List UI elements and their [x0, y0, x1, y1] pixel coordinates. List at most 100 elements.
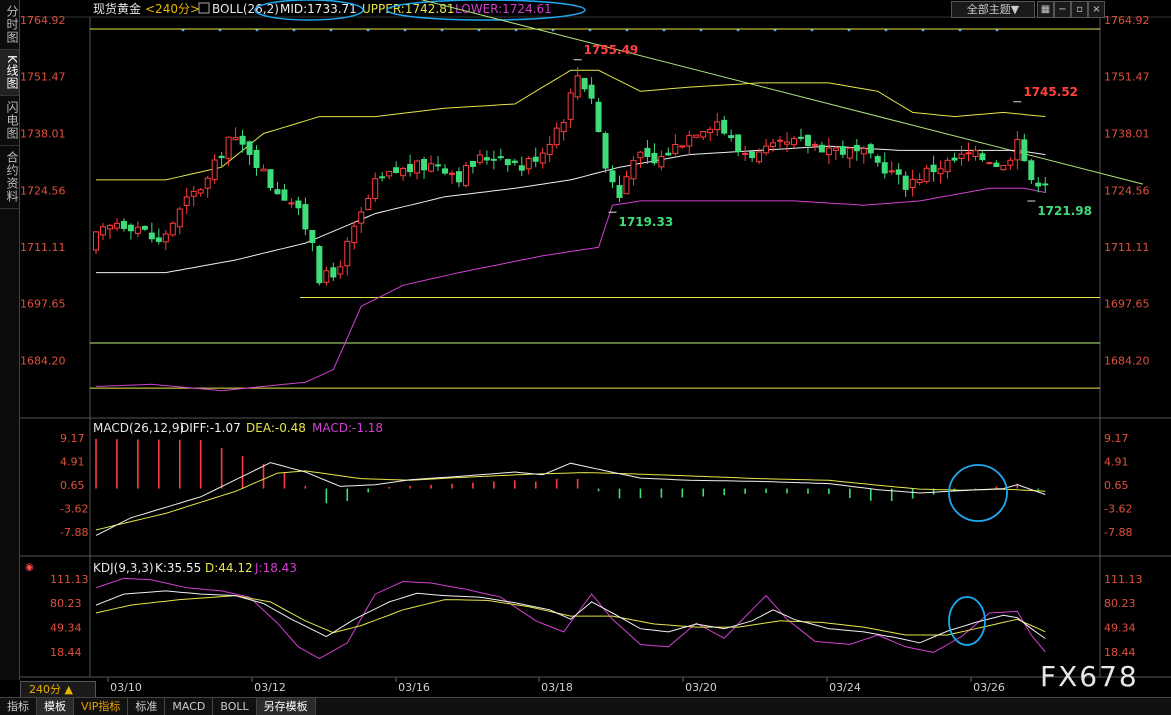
watermark-logo: FX678	[1040, 660, 1139, 693]
candle-body	[386, 170, 393, 177]
candle-body	[693, 134, 700, 138]
price-tick-left: 1684.20	[20, 355, 66, 368]
period-label: <240分>	[145, 2, 200, 16]
kdj-tick-right: 49.34	[1104, 622, 1136, 635]
tab-indicators[interactable]: 指标	[0, 698, 37, 715]
price-tick-left: 1738.01	[20, 128, 66, 141]
candle-body	[965, 152, 972, 155]
candle-body	[134, 226, 141, 234]
candle-body	[700, 131, 707, 138]
candle-body	[232, 137, 239, 141]
price-tick-right: 1684.20	[1104, 355, 1150, 368]
candle-body	[448, 172, 455, 175]
candle-body	[749, 151, 756, 159]
boll-lower-line	[95, 187, 1046, 392]
candle-body	[93, 231, 99, 251]
candle-body	[539, 152, 546, 164]
candle-body	[679, 145, 686, 148]
candle-body	[120, 220, 127, 229]
macd-diff-value: DIFF:-1.07	[180, 421, 241, 435]
candle-body	[483, 157, 490, 161]
close-icon[interactable]: ×	[1088, 1, 1105, 18]
kdj-d-line	[95, 595, 1046, 636]
candle-body	[393, 167, 400, 173]
candle-body	[1007, 159, 1014, 166]
candle-body	[155, 237, 162, 242]
kdj-tick-right: 80.23	[1104, 597, 1136, 610]
candle-body	[644, 147, 651, 158]
extreme-label: 1755.49	[584, 43, 639, 57]
candle-body	[951, 157, 958, 161]
candle-body	[986, 162, 993, 165]
candle-body	[204, 177, 211, 189]
restore-icon[interactable]: ▫	[1071, 1, 1088, 18]
candle-body	[742, 152, 749, 155]
candle-body	[148, 232, 155, 240]
candle-body	[246, 141, 253, 155]
sidebar-item-timeshare[interactable]: 分时图	[0, 0, 19, 50]
candle-body	[616, 185, 623, 198]
sidebar-item-flash[interactable]: 闪电图	[0, 96, 19, 146]
candle-body	[476, 154, 483, 163]
candle-body	[99, 226, 106, 236]
highlight-circle-macd	[948, 464, 1008, 522]
tab-templates[interactable]: 模板	[37, 698, 74, 715]
candle-body	[435, 164, 442, 167]
candle-body	[323, 270, 330, 283]
candle-body	[560, 121, 567, 133]
date-label: 03/10	[110, 681, 142, 694]
kdj-label: KDJ(9,3,3)	[93, 561, 154, 575]
candle-body	[211, 159, 218, 181]
tab-standard[interactable]: 标准	[128, 698, 166, 715]
symbol-title: 现货黄金	[93, 1, 141, 16]
kdj-j-value: J:18.43	[254, 561, 297, 575]
kdj-tick-left: 49.34	[50, 622, 82, 635]
candle-body	[602, 133, 609, 169]
grid-icon[interactable]: ▦	[1037, 1, 1054, 18]
candle-body	[1042, 183, 1049, 186]
macd-tick-left: -3.62	[60, 503, 88, 516]
date-label: 03/18	[541, 681, 573, 694]
extreme-label: 1745.52	[1023, 85, 1078, 99]
kdj-k-value: K:35.55	[155, 561, 201, 575]
candle-body	[330, 267, 337, 278]
price-tick-left: 1724.56	[20, 185, 66, 198]
tab-boll[interactable]: BOLL	[213, 698, 257, 715]
candle-body	[797, 136, 804, 139]
candle-body	[546, 144, 553, 155]
candle-body	[651, 152, 658, 164]
candle-body	[902, 175, 909, 190]
candle-body	[665, 152, 672, 156]
boll-lower-value: LOWER:1724.61	[455, 2, 552, 16]
candle-body	[846, 147, 853, 159]
candle-body	[407, 163, 414, 173]
candle-body	[183, 196, 190, 207]
macd-tick-right: 9.17	[1104, 432, 1129, 445]
tab-vip-indicators[interactable]: VIP指标	[74, 698, 129, 715]
boll-mid-value: MID:1733.71	[280, 2, 357, 16]
candle-body	[421, 158, 428, 171]
tab-save-template[interactable]: 另存模板	[256, 698, 316, 715]
candle-body	[728, 135, 735, 139]
candle-body	[518, 165, 525, 171]
candle-body	[1014, 138, 1021, 161]
candle-body	[379, 176, 386, 179]
candle-body	[825, 147, 832, 156]
price-tick-right: 1697.65	[1104, 298, 1150, 311]
candle-body	[428, 163, 435, 172]
kdj-j-line	[95, 577, 1046, 660]
date-label: 03/12	[254, 681, 286, 694]
theme-select-button[interactable]: 全部主题▼	[951, 1, 1035, 18]
candle-body	[162, 233, 169, 243]
candle-body	[839, 146, 846, 155]
sidebar-item-contract-info[interactable]: 合约资料	[0, 146, 19, 209]
price-tick-left: 1697.65	[20, 298, 66, 311]
minus-icon[interactable]: −	[1054, 1, 1071, 18]
candle-body	[714, 121, 721, 131]
tab-macd[interactable]: MACD	[165, 698, 214, 715]
candle-body	[811, 143, 818, 146]
sidebar-item-kline[interactable]: K线图	[0, 50, 19, 96]
period-selector[interactable]: 240分 ▲	[20, 681, 96, 698]
macd-dea-value: DEA:-0.48	[246, 421, 306, 435]
macd-tick-left: 4.91	[60, 456, 85, 469]
